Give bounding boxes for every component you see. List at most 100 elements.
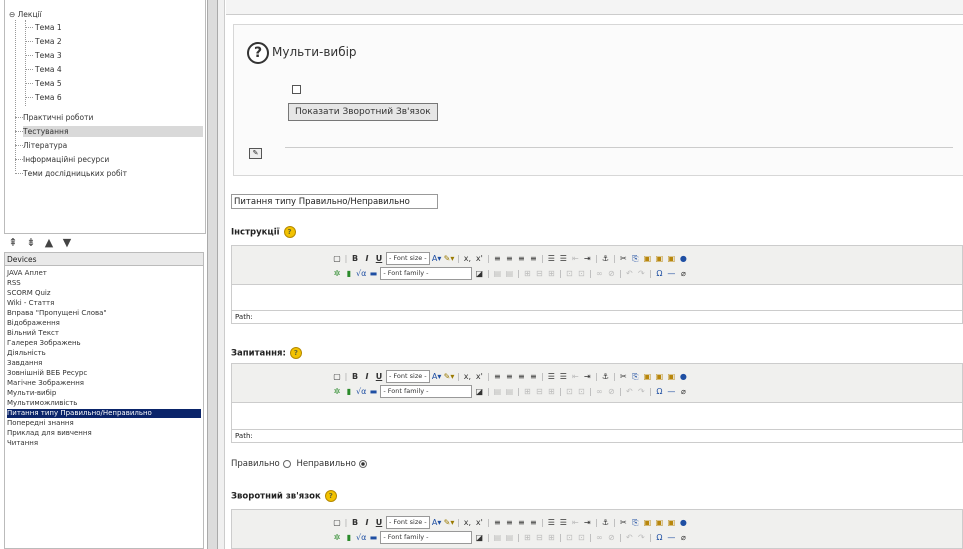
tree-section-testing[interactable]: Тестування	[23, 126, 203, 137]
align-left-icon[interactable]: ≡	[492, 517, 502, 528]
bullet-list-icon[interactable]: ☰	[546, 253, 556, 264]
help-editor-icon[interactable]: ●	[678, 253, 688, 264]
device-item[interactable]: Магічне Зображення	[7, 379, 201, 388]
bullet-list-icon[interactable]: ☰	[546, 517, 556, 528]
table-props-icon[interactable]: ▤	[504, 532, 514, 543]
align-center-icon[interactable]: ≡	[504, 517, 514, 528]
question-title-input[interactable]: Питання типу Правильно/Неправильно	[231, 194, 438, 209]
font-color-icon[interactable]: A▾	[432, 371, 442, 382]
bold-icon[interactable]: B	[350, 517, 360, 528]
delete-row-icon[interactable]: ⊟	[534, 386, 544, 397]
italic-icon[interactable]: I	[362, 517, 372, 528]
insert-row-icon[interactable]: ⊞	[522, 532, 532, 543]
font-color-icon[interactable]: A▾	[432, 253, 442, 264]
styles-icon[interactable]: ◪	[474, 386, 484, 397]
underline-icon[interactable]: U	[374, 371, 384, 382]
device-item[interactable]: Мультиможливість	[7, 399, 201, 408]
unlink-icon[interactable]: ⊘	[606, 532, 616, 543]
device-item[interactable]: JAVA Аплет	[7, 269, 201, 278]
align-left-icon[interactable]: ≡	[492, 371, 502, 382]
paste-text-icon[interactable]: ▣	[654, 371, 664, 382]
false-radio[interactable]	[358, 459, 367, 468]
cleanup-icon[interactable]: ⌀	[678, 532, 688, 543]
horizontal-rule-icon[interactable]: ▬	[368, 386, 378, 397]
font-size-select[interactable]: - Font size -	[386, 515, 430, 529]
subscript-icon[interactable]: x,	[462, 371, 472, 382]
table-icon[interactable]: ▤	[492, 532, 502, 543]
paste-word-icon[interactable]: ▣	[666, 253, 676, 264]
number-list-icon[interactable]: ☰	[558, 517, 568, 528]
indent-icon[interactable]: ⇥	[582, 371, 592, 382]
superscript-icon[interactable]: x'	[474, 371, 484, 382]
image-icon[interactable]: ✲	[332, 386, 342, 397]
special-char-icon[interactable]: Ω	[654, 386, 664, 397]
move-top-icon[interactable]: ⇞	[4, 235, 22, 251]
merge-cells-icon[interactable]: ⊡	[564, 268, 574, 279]
show-feedback-button[interactable]: Показати Зворотний Зв'язок	[288, 103, 438, 121]
help-icon[interactable]: ?	[283, 226, 296, 238]
tree-topic-4[interactable]: Тема 4	[35, 64, 62, 75]
table-icon[interactable]: ▤	[492, 268, 502, 279]
preview-checkbox[interactable]	[292, 85, 301, 94]
help-icon[interactable]: ?	[324, 490, 337, 502]
question-editor[interactable]: ▢ | B I U - Font size - A▾ ✎▾ | x, x' | ≡ ≡…	[231, 363, 963, 443]
table-props-icon[interactable]: ▤	[504, 386, 514, 397]
font-family-select[interactable]: - Font family -	[380, 266, 473, 280]
horizontal-rule-icon[interactable]: ▬	[368, 532, 378, 543]
cut-icon[interactable]: ✂	[618, 253, 628, 264]
link-icon[interactable]: ∞	[594, 268, 604, 279]
styles-icon[interactable]: ◪	[474, 532, 484, 543]
copy-icon[interactable]: ⎘	[630, 517, 640, 528]
link-icon[interactable]: ∞	[594, 532, 604, 543]
edit-icon[interactable]: ✎	[249, 148, 262, 159]
device-item[interactable]: SCORM Quiz	[7, 289, 201, 298]
device-item[interactable]: Завдання	[7, 359, 201, 368]
align-center-icon[interactable]: ≡	[504, 253, 514, 264]
number-list-icon[interactable]: ☰	[558, 371, 568, 382]
cut-icon[interactable]: ✂	[618, 371, 628, 382]
media-icon[interactable]: ▮	[344, 532, 354, 543]
rule-icon[interactable]: —	[666, 386, 676, 397]
tree-section-resources[interactable]: Інформаційні ресурси	[23, 154, 109, 165]
redo-icon[interactable]: ↷	[636, 268, 646, 279]
rule-icon[interactable]: —	[666, 268, 676, 279]
styles-icon[interactable]: ◪	[474, 268, 484, 279]
align-right-icon[interactable]: ≡	[516, 253, 526, 264]
align-left-icon[interactable]: ≡	[492, 253, 502, 264]
rule-icon[interactable]: —	[666, 532, 676, 543]
italic-icon[interactable]: I	[362, 371, 372, 382]
highlight-icon[interactable]: ✎▾	[444, 517, 455, 528]
merge-cells-icon[interactable]: ⊡	[564, 386, 574, 397]
tree-topic-1[interactable]: Тема 1	[35, 22, 62, 33]
underline-icon[interactable]: U	[374, 253, 384, 264]
superscript-icon[interactable]: x'	[474, 517, 484, 528]
math-icon[interactable]: √α	[356, 532, 366, 543]
tree-topic-2[interactable]: Тема 2	[35, 36, 62, 47]
tree-section-practical[interactable]: Практичні роботи	[23, 112, 93, 123]
feedback-editor[interactable]: ▢ | B I U - Font size - A▾ ✎▾ | x, x' | ≡ ≡…	[231, 509, 963, 549]
device-item[interactable]: Приклад для вивчення	[7, 429, 201, 438]
undo-icon[interactable]: ↶	[624, 386, 634, 397]
new-document-icon[interactable]: ▢	[332, 517, 342, 528]
split-cells-icon[interactable]: ⊡	[576, 386, 586, 397]
true-radio[interactable]	[282, 459, 291, 468]
outdent-icon[interactable]: ⇤	[570, 371, 580, 382]
paste-text-icon[interactable]: ▣	[654, 517, 664, 528]
help-icon[interactable]: ?	[289, 347, 302, 359]
number-list-icon[interactable]: ☰	[558, 253, 568, 264]
paste-icon[interactable]: ▣	[642, 371, 652, 382]
new-document-icon[interactable]: ▢	[332, 253, 342, 264]
justify-icon[interactable]: ≡	[528, 253, 538, 264]
device-item[interactable]: Попередні знання	[7, 419, 201, 428]
cleanup-icon[interactable]: ⌀	[678, 268, 688, 279]
bullet-list-icon[interactable]: ☰	[546, 371, 556, 382]
font-size-select[interactable]: - Font size -	[386, 369, 430, 383]
bold-icon[interactable]: B	[350, 371, 360, 382]
image-icon[interactable]: ✲	[332, 532, 342, 543]
tree-topic-5[interactable]: Тема 5	[35, 78, 62, 89]
special-char-icon[interactable]: Ω	[654, 268, 664, 279]
horizontal-rule-icon[interactable]: ▬	[368, 268, 378, 279]
superscript-icon[interactable]: x'	[474, 253, 484, 264]
special-char-icon[interactable]: Ω	[654, 532, 664, 543]
copy-icon[interactable]: ⎘	[630, 371, 640, 382]
